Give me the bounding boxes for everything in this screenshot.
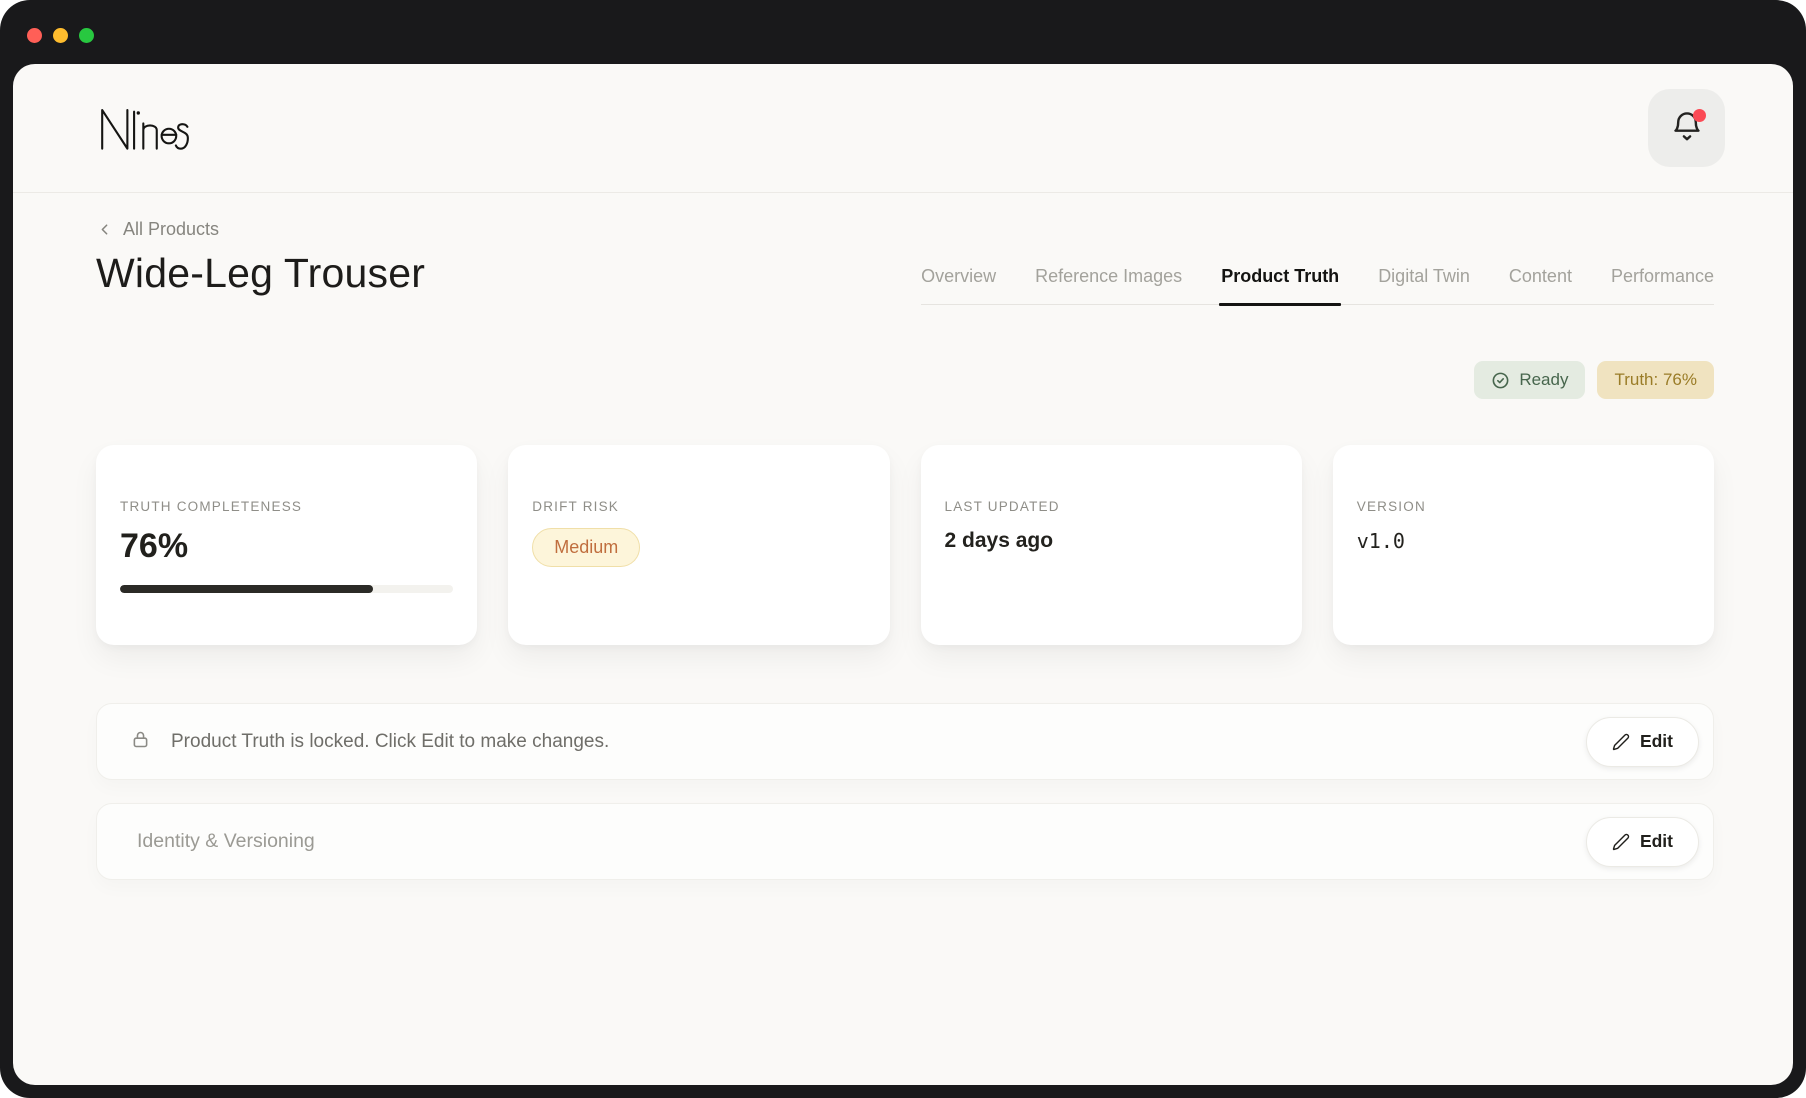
- drift-risk-card: Drift Risk Medium: [508, 445, 889, 645]
- truth-score-badge: Truth: 76%: [1597, 361, 1714, 399]
- ready-status-badge: Ready: [1474, 361, 1585, 399]
- version-value: v1.0: [1357, 529, 1690, 553]
- app-window: All Products Wide-Leg Trouser Overview R…: [0, 0, 1806, 1098]
- app-panel: All Products Wide-Leg Trouser Overview R…: [13, 64, 1793, 1085]
- locked-message: Product Truth is locked. Click Edit to m…: [171, 731, 609, 753]
- version-card: Version v1.0: [1333, 445, 1714, 645]
- edit-button-label: Edit: [1640, 831, 1673, 852]
- breadcrumb-label: All Products: [123, 219, 219, 240]
- tab-product-truth[interactable]: Product Truth: [1221, 266, 1339, 304]
- edit-button-label: Edit: [1640, 731, 1673, 752]
- lock-icon: [130, 729, 151, 755]
- last-updated-value: 2 days ago: [945, 529, 1278, 553]
- truth-badge-label: Truth: 76%: [1614, 370, 1697, 390]
- tab-digital-twin[interactable]: Digital Twin: [1378, 266, 1470, 304]
- tab-overview[interactable]: Overview: [921, 266, 996, 304]
- edit-identity-button[interactable]: Edit: [1586, 817, 1699, 867]
- breadcrumb-back-link[interactable]: All Products: [96, 219, 219, 240]
- close-window-button[interactable]: [27, 28, 42, 43]
- ready-badge-label: Ready: [1519, 370, 1568, 390]
- progress-fill: [120, 585, 373, 593]
- title-row: Wide-Leg Trouser Overview Reference Imag…: [96, 250, 1714, 305]
- metric-cards: Truth Completeness 76% Drift Risk Medium…: [96, 445, 1714, 645]
- card-label: Drift Risk: [532, 499, 865, 514]
- card-label: Last Updated: [945, 499, 1278, 514]
- pencil-icon: [1612, 833, 1630, 851]
- notification-dot: [1693, 109, 1706, 122]
- truth-progress-track: [120, 585, 453, 593]
- tab-reference-images[interactable]: Reference Images: [1035, 266, 1182, 304]
- locked-banner: Product Truth is locked. Click Edit to m…: [96, 703, 1714, 780]
- tab-performance[interactable]: Performance: [1611, 266, 1714, 304]
- main-content: All Products Wide-Leg Trouser Overview R…: [13, 193, 1793, 880]
- check-circle-icon: [1491, 371, 1510, 390]
- nines-logo: [96, 105, 194, 152]
- status-badges: Ready Truth: 76%: [96, 361, 1714, 399]
- identity-versioning-section: Identity & Versioning Edit: [96, 803, 1714, 880]
- edit-product-truth-button[interactable]: Edit: [1586, 717, 1699, 767]
- app-header: [13, 64, 1793, 193]
- drift-risk-badge: Medium: [532, 528, 640, 567]
- pencil-icon: [1612, 733, 1630, 751]
- card-label: Truth Completeness: [120, 499, 453, 514]
- tab-content[interactable]: Content: [1509, 266, 1572, 304]
- chevron-left-icon: [96, 221, 113, 238]
- truth-completeness-value: 76%: [120, 527, 453, 566]
- identity-section-title: Identity & Versioning: [137, 830, 315, 853]
- last-updated-card: Last Updated 2 days ago: [921, 445, 1302, 645]
- page-title: Wide-Leg Trouser: [96, 250, 425, 305]
- zoom-window-button[interactable]: [79, 28, 94, 43]
- tab-bar: Overview Reference Images Product Truth …: [921, 266, 1714, 305]
- minimize-window-button[interactable]: [53, 28, 68, 43]
- card-label: Version: [1357, 499, 1690, 514]
- notifications-button[interactable]: [1648, 89, 1725, 167]
- truth-completeness-card: Truth Completeness 76%: [96, 445, 477, 645]
- window-controls: [27, 28, 94, 43]
